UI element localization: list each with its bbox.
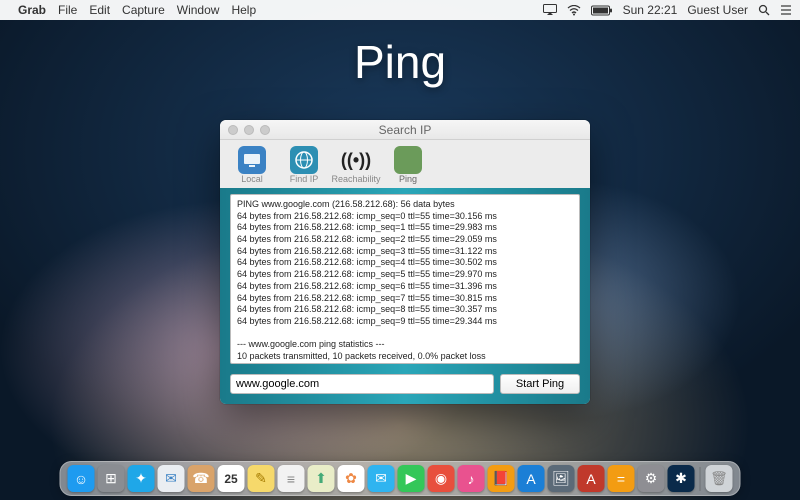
tab-ping[interactable]: Ping	[384, 144, 432, 186]
notification-center-icon[interactable]	[780, 4, 792, 16]
window-titlebar[interactable]: Search IP	[220, 120, 590, 140]
dock-calendar[interactable]: 25	[218, 465, 245, 492]
dock-ibooks[interactable]: 📕	[488, 465, 515, 492]
dock-reminders[interactable]: ≡	[278, 465, 305, 492]
menu-edit[interactable]: Edit	[89, 3, 110, 17]
menubar: Grab File Edit Capture Window Help Sun 2…	[0, 0, 800, 20]
dock-messages[interactable]: ✉	[368, 465, 395, 492]
tab-local[interactable]: Local	[228, 144, 276, 186]
dock-photos[interactable]: ✿	[338, 465, 365, 492]
dock-trash[interactable]: 🗑	[706, 465, 733, 492]
tab-reachability[interactable]: ((•)) Reachability	[332, 144, 380, 186]
menu-capture[interactable]: Capture	[122, 3, 165, 17]
toolbar: Local Find IP ((•)) Reachability Ping	[220, 140, 590, 188]
dock-maps[interactable]: ⬆	[308, 465, 335, 492]
dock-preview[interactable]: 🖼	[548, 465, 575, 492]
dock-itunes[interactable]: ♪	[458, 465, 485, 492]
dock-systemprefs[interactable]: ⚙	[638, 465, 665, 492]
overlay-title: Ping	[0, 35, 800, 89]
dock-network-utility[interactable]: ✱	[668, 465, 695, 492]
tab-ping-label: Ping	[399, 174, 417, 184]
wifi-icon[interactable]	[567, 5, 581, 16]
dock: ☺⊞✦✉☎25✎≡⬆✿✉▶◉♪📕A🖼A=⚙✱🗑	[60, 461, 741, 496]
ping-output: PING www.google.com (216.58.212.68): 56 …	[230, 194, 580, 364]
dock-separator	[700, 467, 701, 491]
menu-help[interactable]: Help	[231, 3, 256, 17]
dock-notes[interactable]: ✎	[248, 465, 275, 492]
start-ping-button[interactable]: Start Ping	[500, 374, 580, 394]
menubar-clock[interactable]: Sun 22:21	[623, 3, 678, 17]
window-title: Search IP	[220, 123, 590, 137]
spotlight-icon[interactable]	[758, 4, 770, 16]
host-input[interactable]	[230, 374, 494, 394]
monitor-icon	[238, 146, 266, 174]
ping-icon	[394, 146, 422, 174]
tab-reachability-label: Reachability	[331, 174, 380, 184]
dock-contacts[interactable]: ☎	[188, 465, 215, 492]
menu-file[interactable]: File	[58, 3, 77, 17]
menubar-appname[interactable]: Grab	[18, 3, 46, 17]
battery-icon[interactable]	[591, 5, 613, 16]
tab-findip-label: Find IP	[290, 174, 319, 184]
signal-icon: ((•))	[342, 146, 370, 174]
tab-local-label: Local	[241, 174, 263, 184]
dock-dictionary[interactable]: A	[578, 465, 605, 492]
dock-launchpad[interactable]: ⊞	[98, 465, 125, 492]
dock-calculator[interactable]: =	[608, 465, 635, 492]
dock-safari[interactable]: ✦	[128, 465, 155, 492]
dock-appstore[interactable]: A	[518, 465, 545, 492]
menubar-user[interactable]: Guest User	[687, 3, 748, 17]
tab-findip[interactable]: Find IP	[280, 144, 328, 186]
dock-photobooth[interactable]: ◉	[428, 465, 455, 492]
globe-icon	[290, 146, 318, 174]
dock-finder[interactable]: ☺	[68, 465, 95, 492]
app-window: Search IP Local Find IP ((•)) Reachabili…	[220, 120, 590, 404]
menu-window[interactable]: Window	[177, 3, 220, 17]
airplay-icon[interactable]	[543, 4, 557, 16]
dock-mail[interactable]: ✉	[158, 465, 185, 492]
dock-facetime[interactable]: ▶	[398, 465, 425, 492]
